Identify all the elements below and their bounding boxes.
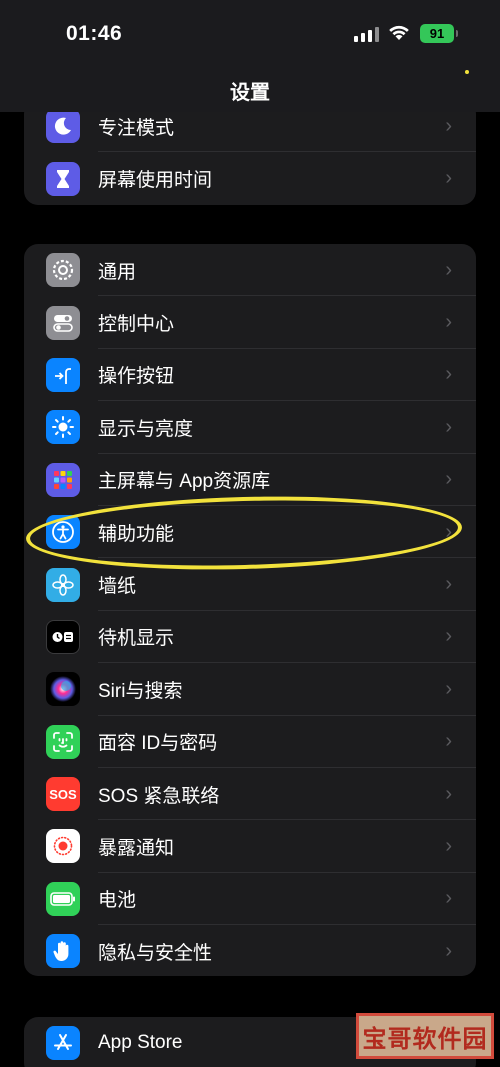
siri-icon — [46, 672, 80, 707]
chevron-right-icon: › — [445, 834, 452, 857]
exposure-icon — [46, 829, 80, 864]
settings-row-face-id[interactable]: 面容 ID与密码 › — [24, 716, 476, 768]
chevron-right-icon: › — [445, 730, 452, 753]
row-label: 面容 ID与密码 — [98, 733, 218, 755]
accessibility-icon — [46, 515, 80, 550]
row-label: 屏幕使用时间 — [98, 170, 213, 192]
sos-icon-text: SOS — [49, 786, 77, 802]
face-id-icon — [46, 724, 80, 759]
moon-icon — [46, 109, 80, 144]
row-label: 暴露通知 — [98, 837, 175, 859]
gear-icon — [46, 253, 80, 288]
hourglass-icon — [46, 161, 80, 196]
row-label: 控制中心 — [98, 314, 175, 336]
sos-icon: SOS — [46, 777, 80, 812]
settings-group-main: 通用 › 控制中心 › 操作按钮 › 显示与亮度 › 主屏幕与 App资源库 ›… — [24, 244, 476, 976]
chevron-right-icon: › — [445, 311, 452, 334]
app-grid-icon — [46, 462, 80, 497]
nav-bar-overlay: 设置 — [0, 70, 500, 112]
chevron-right-icon: › — [445, 625, 452, 648]
toggles-icon — [46, 305, 80, 340]
row-label: 通用 — [98, 261, 137, 283]
row-label: 墙纸 — [98, 576, 137, 598]
settings-row-accessibility[interactable]: 辅助功能 › — [24, 506, 476, 559]
status-bar: 01:46 91 — [0, 0, 500, 70]
row-label: App Store — [98, 1032, 183, 1054]
status-time: 01:46 — [66, 22, 123, 45]
hand-icon — [46, 934, 80, 969]
chevron-right-icon: › — [445, 415, 452, 438]
row-label: SOS 紧急联络 — [98, 785, 220, 807]
chevron-right-icon: › — [445, 887, 452, 910]
settings-row-home-screen[interactable]: 主屏幕与 App资源库 › — [24, 454, 476, 506]
row-label: 操作按钮 — [98, 366, 175, 388]
settings-row-general[interactable]: 通用 › — [24, 244, 476, 297]
chevron-right-icon: › — [445, 939, 452, 962]
settings-row-exposure[interactable]: 暴露通知 › — [24, 820, 476, 873]
battery-icon — [46, 881, 80, 916]
row-label: 主屏幕与 App资源库 — [98, 471, 271, 493]
row-label: 专注模式 — [98, 117, 175, 139]
settings-row-display[interactable]: 显示与亮度 › — [24, 401, 476, 454]
sun-icon — [46, 410, 80, 445]
row-label: Siri与搜索 — [98, 680, 183, 702]
page-title-overlay: 设置 — [230, 82, 270, 104]
flower-icon — [46, 567, 80, 602]
chevron-right-icon: › — [445, 167, 452, 190]
settings-row-privacy[interactable]: 隐私与安全性 › — [24, 925, 476, 976]
battery-indicator: 91 — [420, 24, 458, 43]
settings-row-action-button[interactable]: 操作按钮 › — [24, 349, 476, 402]
settings-row-wallpaper[interactable]: 墙纸 › — [24, 558, 476, 611]
annotation-mark-overlay — [465, 70, 469, 74]
settings-row-screen-time[interactable]: 屏幕使用时间 › — [24, 152, 476, 204]
row-label: 辅助功能 — [98, 523, 175, 545]
settings-group-focus: 专注模式 › 屏幕使用时间 › — [24, 100, 476, 205]
standby-icon — [46, 619, 80, 654]
app-store-icon — [46, 1026, 80, 1061]
settings-row-battery[interactable]: 电池 › — [24, 873, 476, 926]
watermark-logo: 宝哥软件园 — [356, 1013, 494, 1059]
action-button-icon — [46, 357, 80, 392]
settings-row-siri[interactable]: Siri与搜索 › — [24, 663, 476, 716]
chevron-right-icon: › — [445, 782, 452, 805]
chevron-right-icon: › — [445, 677, 452, 700]
row-label: 电池 — [98, 890, 137, 912]
chevron-right-icon: › — [445, 114, 452, 137]
cellular-signal-icon — [354, 27, 379, 42]
row-label: 待机显示 — [98, 628, 175, 650]
chevron-right-icon: › — [445, 258, 452, 281]
chevron-right-icon: › — [445, 573, 452, 596]
chevron-right-icon: › — [445, 520, 452, 543]
row-label: 隐私与安全性 — [98, 942, 213, 964]
settings-row-sos[interactable]: SOS SOS 紧急联络 › — [24, 768, 476, 821]
wifi-icon — [389, 25, 409, 40]
chevron-right-icon: › — [445, 468, 452, 491]
row-label: 显示与亮度 — [98, 418, 194, 440]
chevron-right-icon: › — [445, 363, 452, 386]
settings-row-control-center[interactable]: 控制中心 › — [24, 296, 476, 349]
settings-row-standby[interactable]: 待机显示 › — [24, 611, 476, 664]
